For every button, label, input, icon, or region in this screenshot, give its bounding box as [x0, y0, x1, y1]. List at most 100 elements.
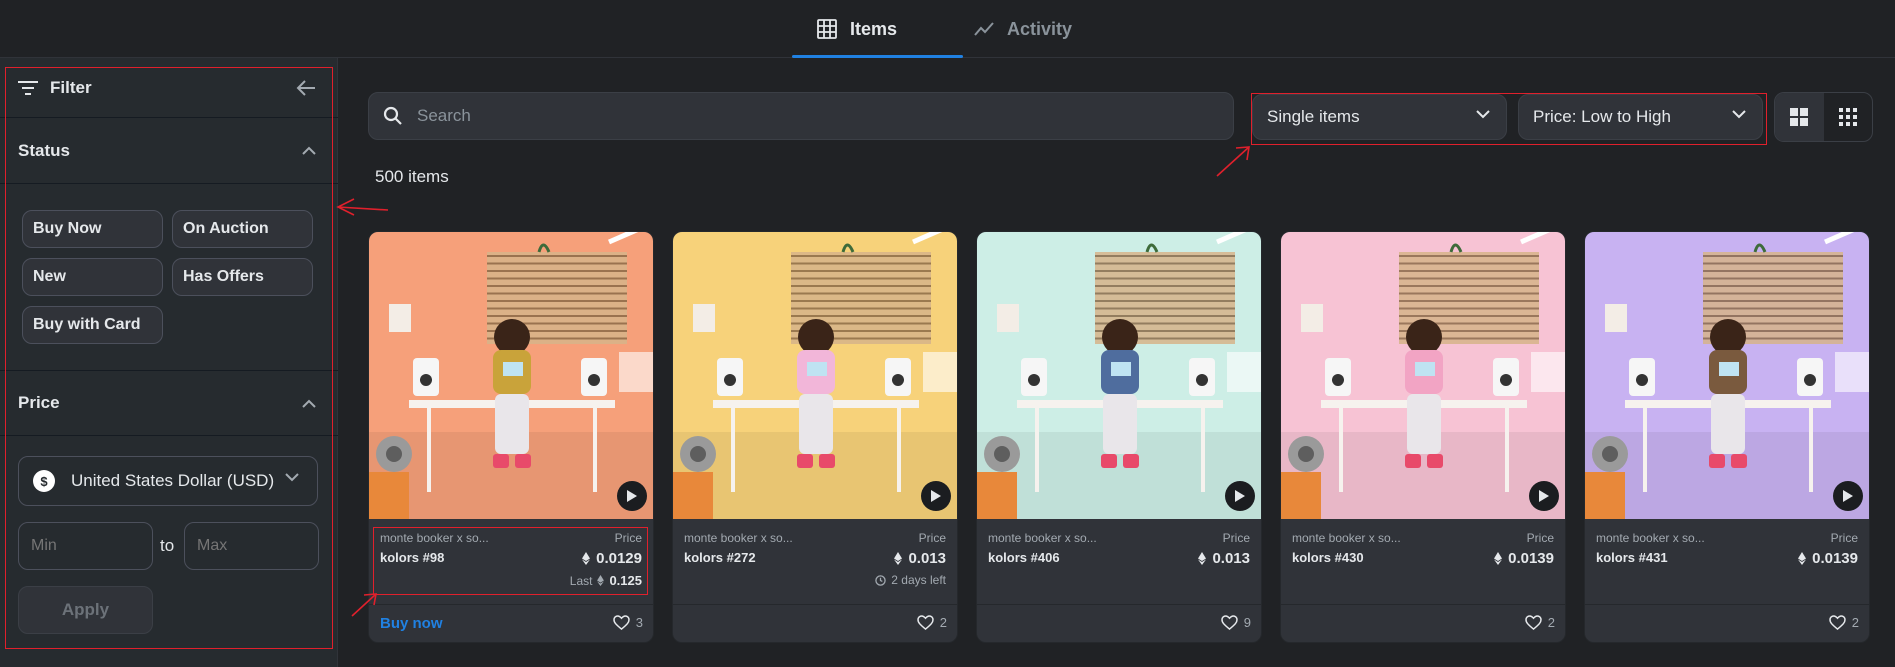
nft-image[interactable]	[1281, 232, 1565, 519]
token-name[interactable]: kolors #98	[380, 550, 444, 565]
price-value: 0.0129	[582, 550, 642, 567]
eth-icon	[597, 575, 605, 586]
play-button[interactable]	[1833, 481, 1863, 511]
favorite-button[interactable]: 2	[1829, 615, 1859, 630]
time-left-label: 2 days left	[891, 573, 946, 587]
price-value: 0.013	[894, 550, 946, 567]
play-button[interactable]	[1225, 481, 1255, 511]
status-has-offers[interactable]: Has Offers	[172, 258, 313, 296]
token-name[interactable]: kolors #430	[1292, 550, 1364, 565]
chevron-down-icon	[1476, 110, 1490, 119]
search-icon	[383, 106, 402, 125]
arrow-left-icon[interactable]	[296, 79, 316, 96]
status-buy-now[interactable]: Buy Now	[22, 210, 163, 248]
nft-card[interactable]: monte booker x so... kolors #430 Price 0…	[1280, 231, 1566, 643]
collection-name[interactable]: monte booker x so...	[1292, 531, 1401, 545]
filter-title: Filter	[50, 77, 92, 97]
item-type-select[interactable]: Single items	[1252, 94, 1507, 140]
apply-button[interactable]: Apply	[18, 586, 153, 634]
price-label: Price	[1526, 531, 1554, 545]
tab-items[interactable]: Items	[791, 0, 964, 58]
card-footer: 9	[977, 604, 1261, 642]
nft-card[interactable]: monte booker x so... kolors #272 Price 0…	[672, 231, 958, 643]
price-amount: 0.0139	[1508, 550, 1554, 567]
token-name[interactable]: kolors #431	[1596, 550, 1668, 565]
chevron-down-icon	[285, 473, 299, 482]
chevron-down-icon	[1732, 110, 1746, 119]
eth-icon	[1198, 552, 1207, 565]
nft-card[interactable]: monte booker x so... kolors #406 Price 0…	[976, 231, 1262, 643]
collection-name[interactable]: monte booker x so...	[684, 531, 793, 545]
top-tabs: Items Activity	[0, 0, 1895, 58]
studio-illustration	[1281, 232, 1565, 519]
studio-illustration	[673, 232, 957, 519]
filter-header: Filter	[0, 58, 338, 118]
status-title: Status	[18, 140, 70, 160]
nft-image[interactable]	[977, 232, 1261, 519]
play-icon	[1843, 490, 1853, 502]
status-new[interactable]: New	[22, 258, 163, 296]
heart-icon	[1829, 615, 1846, 630]
nft-image[interactable]	[369, 232, 653, 519]
token-name[interactable]: kolors #406	[988, 550, 1060, 565]
play-icon	[1539, 490, 1549, 502]
item-type-label: Single items	[1267, 107, 1360, 126]
card-footer: 2	[1585, 604, 1869, 642]
price-value: 0.0139	[1798, 550, 1858, 567]
nft-card[interactable]: monte booker x so... kolors #431 Price 0…	[1584, 231, 1870, 643]
min-price-input[interactable]	[18, 522, 153, 570]
grid-icon	[817, 19, 837, 39]
price-label: Price	[1830, 531, 1858, 545]
search-input[interactable]	[417, 106, 1197, 126]
favorite-button[interactable]: 2	[1525, 615, 1555, 630]
status-on-auction[interactable]: On Auction	[172, 210, 313, 248]
results-count: 500 items	[375, 167, 449, 186]
buy-now-button[interactable]: Buy now	[380, 615, 443, 632]
play-button[interactable]	[1529, 481, 1559, 511]
nft-image[interactable]	[1585, 232, 1869, 519]
eth-icon	[582, 552, 591, 565]
collection-name[interactable]: monte booker x so...	[988, 531, 1097, 545]
search-bar[interactable]	[368, 92, 1234, 140]
last-price: 0.125	[609, 573, 642, 588]
play-icon	[1235, 490, 1245, 502]
eth-icon	[894, 552, 903, 565]
studio-illustration	[1585, 232, 1869, 519]
nft-card[interactable]: monte booker x so... kolors #98 Price 0.…	[368, 231, 654, 643]
filter-sidebar: Filter Status Buy Now On Auction New Has…	[0, 58, 338, 667]
studio-illustration	[369, 232, 653, 519]
status-section-header[interactable]: Status	[0, 118, 338, 184]
collection-name[interactable]: monte booker x so...	[1596, 531, 1705, 545]
large-grid-view-button[interactable]	[1775, 93, 1824, 141]
status-buy-with-card[interactable]: Buy with Card	[22, 306, 163, 344]
nft-image[interactable]	[673, 232, 957, 519]
small-grid-view-button[interactable]	[1824, 93, 1873, 141]
last-sale: Last 0.125	[570, 573, 642, 588]
price-section-header[interactable]: Price	[0, 370, 338, 436]
play-icon	[627, 490, 637, 502]
play-button[interactable]	[921, 481, 951, 511]
time-left: 2 days left	[875, 573, 946, 587]
play-button[interactable]	[617, 481, 647, 511]
max-price-input[interactable]	[184, 522, 319, 570]
price-amount: 0.0139	[1812, 550, 1858, 567]
price-value: 0.013	[1198, 550, 1250, 567]
tab-activity[interactable]: Activity	[973, 0, 1072, 58]
price-label: Price	[1222, 531, 1250, 545]
favorite-button[interactable]: 3	[613, 615, 643, 630]
heart-icon	[1221, 615, 1238, 630]
last-label: Last	[569, 573, 593, 588]
clock-icon	[875, 574, 887, 586]
heart-icon	[613, 615, 630, 630]
collection-name[interactable]: monte booker x so...	[380, 531, 489, 545]
favorite-button[interactable]: 2	[917, 615, 947, 630]
small-grid-icon	[1838, 108, 1857, 126]
currency-select[interactable]: $ United States Dollar (USD)	[18, 456, 318, 506]
view-toggle	[1774, 92, 1873, 142]
price-label: Price	[918, 531, 946, 545]
chevron-up-icon	[302, 399, 316, 408]
sort-select[interactable]: Price: Low to High	[1518, 94, 1763, 140]
favorite-button[interactable]: 9	[1221, 615, 1251, 630]
token-name[interactable]: kolors #272	[684, 550, 756, 565]
tab-items-label: Items	[850, 18, 898, 39]
